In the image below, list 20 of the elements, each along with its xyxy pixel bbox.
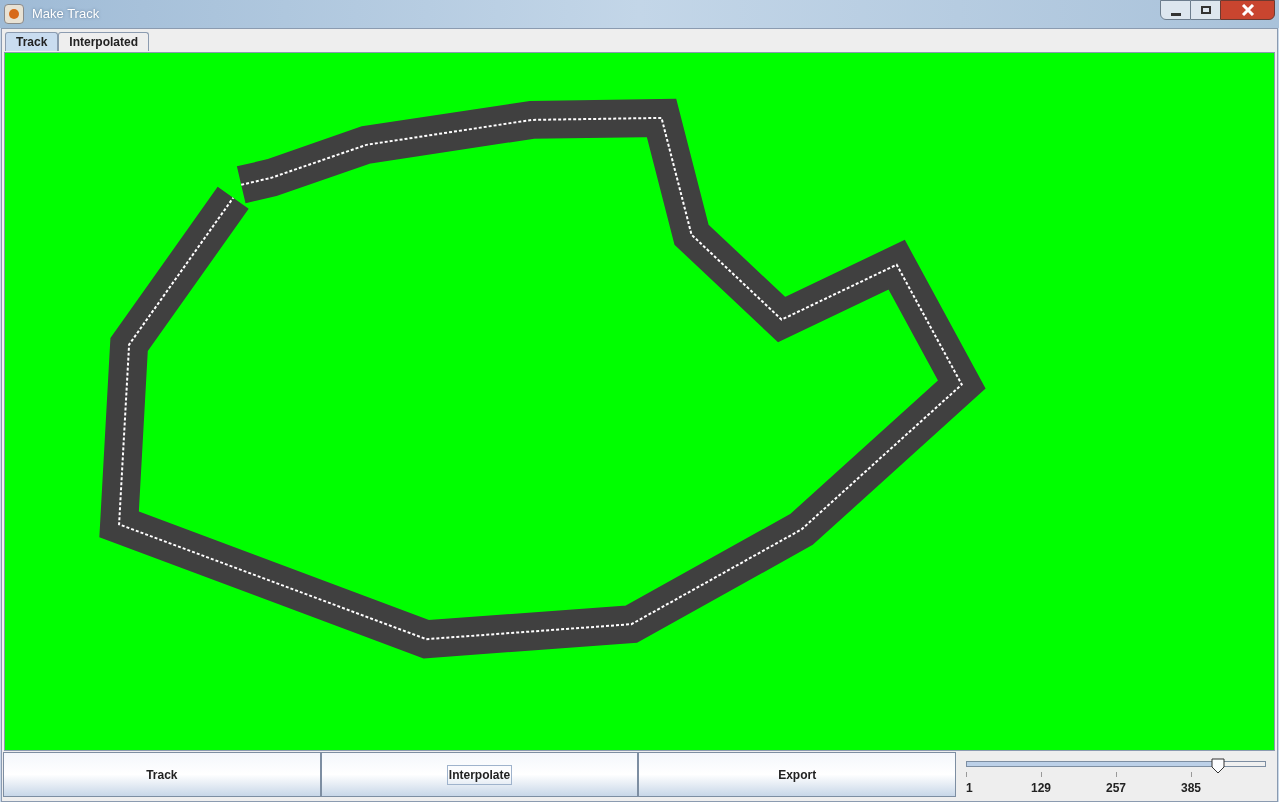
slider-tick: [1191, 772, 1192, 777]
maximize-button[interactable]: [1191, 0, 1220, 20]
tick-label: 385: [1181, 780, 1202, 797]
slider-tick: [966, 772, 967, 777]
tab[interactable]: Track: [5, 32, 59, 51]
action-button[interactable]: Track: [3, 752, 321, 797]
close-icon: [1240, 4, 1255, 16]
slider-tick: [1041, 772, 1042, 777]
tick-label: 257: [1106, 780, 1127, 797]
action-button[interactable]: Export: [638, 752, 956, 797]
slider[interactable]: [966, 758, 1266, 770]
window-title: Make Track: [32, 5, 100, 24]
app-icon: [4, 4, 24, 24]
action-button[interactable]: Interpolate: [320, 752, 639, 797]
close-button[interactable]: [1220, 0, 1275, 20]
tab[interactable]: Interpolated: [58, 32, 150, 51]
tick-label: 1: [966, 780, 973, 797]
minimize-button[interactable]: [1160, 0, 1191, 20]
slider-tick: [1116, 772, 1117, 777]
tick-label: 129: [1031, 780, 1052, 797]
